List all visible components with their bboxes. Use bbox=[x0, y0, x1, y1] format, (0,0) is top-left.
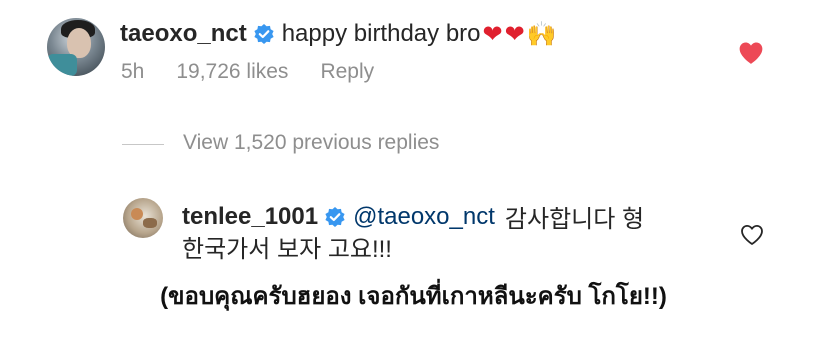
avatar-shirt bbox=[47, 54, 77, 76]
reply-button[interactable]: Reply bbox=[320, 60, 374, 84]
mention-link[interactable]: @taeoxo_nct bbox=[353, 203, 495, 231]
verified-badge-icon bbox=[325, 206, 345, 227]
heart-filled-icon[interactable] bbox=[738, 41, 764, 65]
reply-text-line1: 감사합니다 형 bbox=[504, 206, 645, 233]
reply-avatar[interactable] bbox=[123, 198, 163, 238]
replies-divider bbox=[122, 144, 164, 145]
avatar-detail bbox=[143, 218, 157, 228]
comment-time: 5h bbox=[121, 60, 145, 83]
reply-username[interactable]: tenlee_1001 bbox=[182, 203, 318, 231]
verified-badge-icon bbox=[254, 24, 274, 44]
heart-outline-icon[interactable] bbox=[740, 224, 764, 246]
comment-meta: 5h 19,726 likes Reply bbox=[121, 60, 406, 84]
comment-username[interactable]: taeoxo_nct bbox=[120, 20, 247, 48]
translation-caption: (ขอบคุณครับฮยอง เจอกันที่เกาหลีนะครับ โก… bbox=[160, 283, 667, 310]
reply-text-line2: 한국가서 보자 고요!!! bbox=[182, 236, 392, 263]
comment-likes-count[interactable]: 19,726 likes bbox=[176, 60, 288, 84]
view-previous-replies-link[interactable]: View 1,520 previous replies bbox=[183, 131, 439, 155]
red-heart-emoji: ❤ bbox=[504, 20, 525, 48]
avatar[interactable] bbox=[47, 18, 105, 76]
raising-hands-emoji: 🙌 bbox=[526, 20, 557, 48]
avatar-detail bbox=[131, 208, 143, 220]
comment-line: taeoxo_nct happy birthday bro ❤ ❤ 🙌 bbox=[120, 14, 557, 54]
comment-text: happy birthday bro bbox=[281, 20, 481, 47]
red-heart-emoji: ❤ bbox=[482, 20, 503, 48]
